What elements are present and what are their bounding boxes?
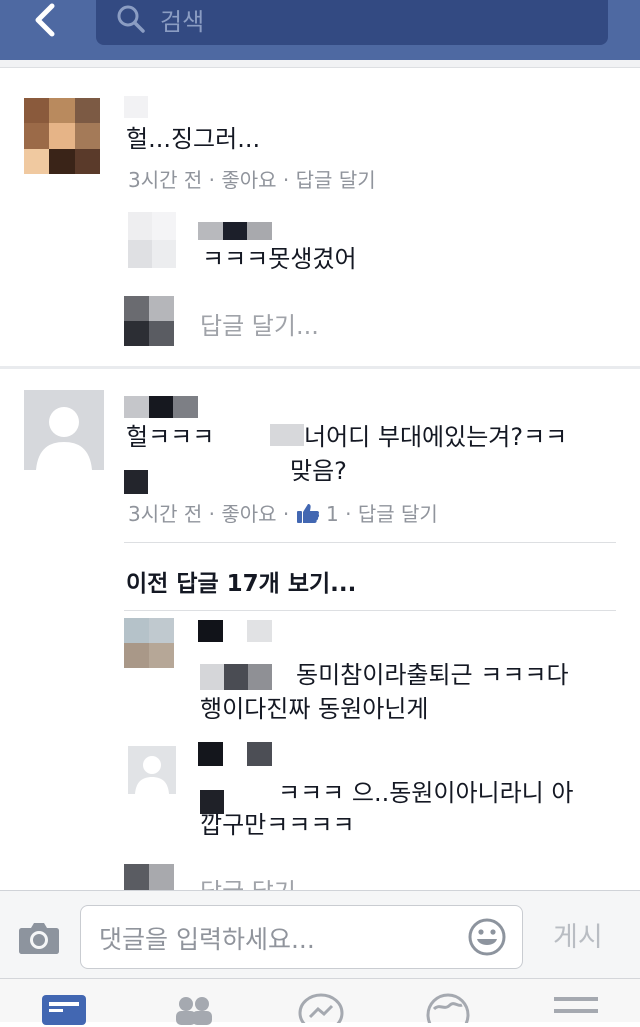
- globe-icon[interactable]: [426, 993, 470, 1023]
- search-icon: [117, 5, 145, 33]
- reply-avatar-default[interactable]: [128, 746, 176, 794]
- top-bar: 검색: [0, 0, 640, 60]
- my-avatar: [124, 864, 174, 890]
- comment-placeholder: 댓글을 입력하세요...: [99, 925, 315, 954]
- like-link[interactable]: 좋아요: [221, 168, 276, 192]
- comment-input[interactable]: 댓글을 입력하세요...: [80, 905, 523, 969]
- post-button[interactable]: 게시: [553, 915, 603, 954]
- commenter-name-redacted[interactable]: [124, 96, 148, 118]
- reply-name-redacted[interactable]: [198, 222, 272, 240]
- reply-text-line1: 동미참이라출퇴근 ㅋㅋㅋ다: [296, 661, 569, 689]
- reply-link[interactable]: 답글 달기: [296, 168, 376, 192]
- reply-text: ㅋㅋㅋ못생겼어: [202, 245, 357, 273]
- comment-meta: 3시간 전 · 좋아요 · 답글 달기: [128, 168, 376, 192]
- comment-meta: 3시간 전 · 좋아요 · 1 · 답글 달기: [128, 502, 438, 526]
- my-avatar: [124, 296, 174, 346]
- messenger-icon[interactable]: [298, 993, 344, 1023]
- reply-text-line1: ㅋㅋㅋ 으..동원이아니라니 아: [278, 779, 574, 807]
- separator: [124, 610, 616, 611]
- reply-name-redacted[interactable]: [198, 620, 272, 642]
- thumbs-up-icon: [296, 504, 319, 523]
- comment-text-line2: 맞음?: [290, 457, 347, 485]
- view-previous-replies-link[interactable]: 이전 답글 17개 보기...: [126, 564, 356, 598]
- person-silhouette-icon: [36, 407, 92, 470]
- news-feed-icon[interactable]: [42, 995, 86, 1025]
- comment-text-line1b: 너어디 부대에있는겨?ㅋㅋ: [304, 423, 568, 451]
- search-input[interactable]: 검색: [96, 0, 608, 45]
- commenter-avatar-default[interactable]: [24, 390, 104, 470]
- commenter-avatar[interactable]: [24, 98, 100, 174]
- reply-link[interactable]: 답글 달기: [358, 502, 438, 526]
- header-shadow: [0, 60, 640, 68]
- like-link[interactable]: 좋아요: [221, 502, 276, 526]
- emoji-icon[interactable]: [467, 917, 507, 957]
- reply-avatar[interactable]: [124, 618, 174, 668]
- commenter-name-redacted[interactable]: [124, 396, 198, 418]
- camera-icon[interactable]: [18, 921, 60, 955]
- tagged-name-redacted[interactable]: [200, 664, 272, 690]
- comment-text-line1a: 헐ㅋㅋㅋ: [126, 423, 215, 451]
- tagged-name-redacted[interactable]: [270, 424, 304, 446]
- comment-time: 3시간 전: [128, 502, 203, 526]
- redacted-block: [124, 470, 148, 494]
- reply-text-line2: 깝구만ㅋㅋㅋㅋ: [200, 811, 355, 839]
- menu-icon[interactable]: [554, 997, 598, 1027]
- back-arrow-icon[interactable]: [28, 2, 64, 38]
- separator: [124, 542, 616, 543]
- comment-divider: [0, 366, 640, 369]
- comment-text: 헐...징그러...: [126, 125, 261, 153]
- reply-avatar[interactable]: [128, 212, 176, 268]
- comment-time: 3시간 전: [128, 168, 203, 192]
- comment-composer: 댓글을 입력하세요... 게시: [0, 890, 640, 978]
- friends-icon[interactable]: [172, 995, 216, 1025]
- like-count: 1: [326, 502, 339, 526]
- person-silhouette-icon: [135, 756, 169, 794]
- reply-input[interactable]: 답글 달기...: [200, 306, 319, 341]
- bottom-tab-bar: [0, 978, 640, 1025]
- reply-text-line2: 행이다진짜 동원아닌게: [200, 695, 429, 723]
- search-placeholder: 검색: [160, 8, 205, 36]
- reply-name-redacted[interactable]: [198, 742, 272, 766]
